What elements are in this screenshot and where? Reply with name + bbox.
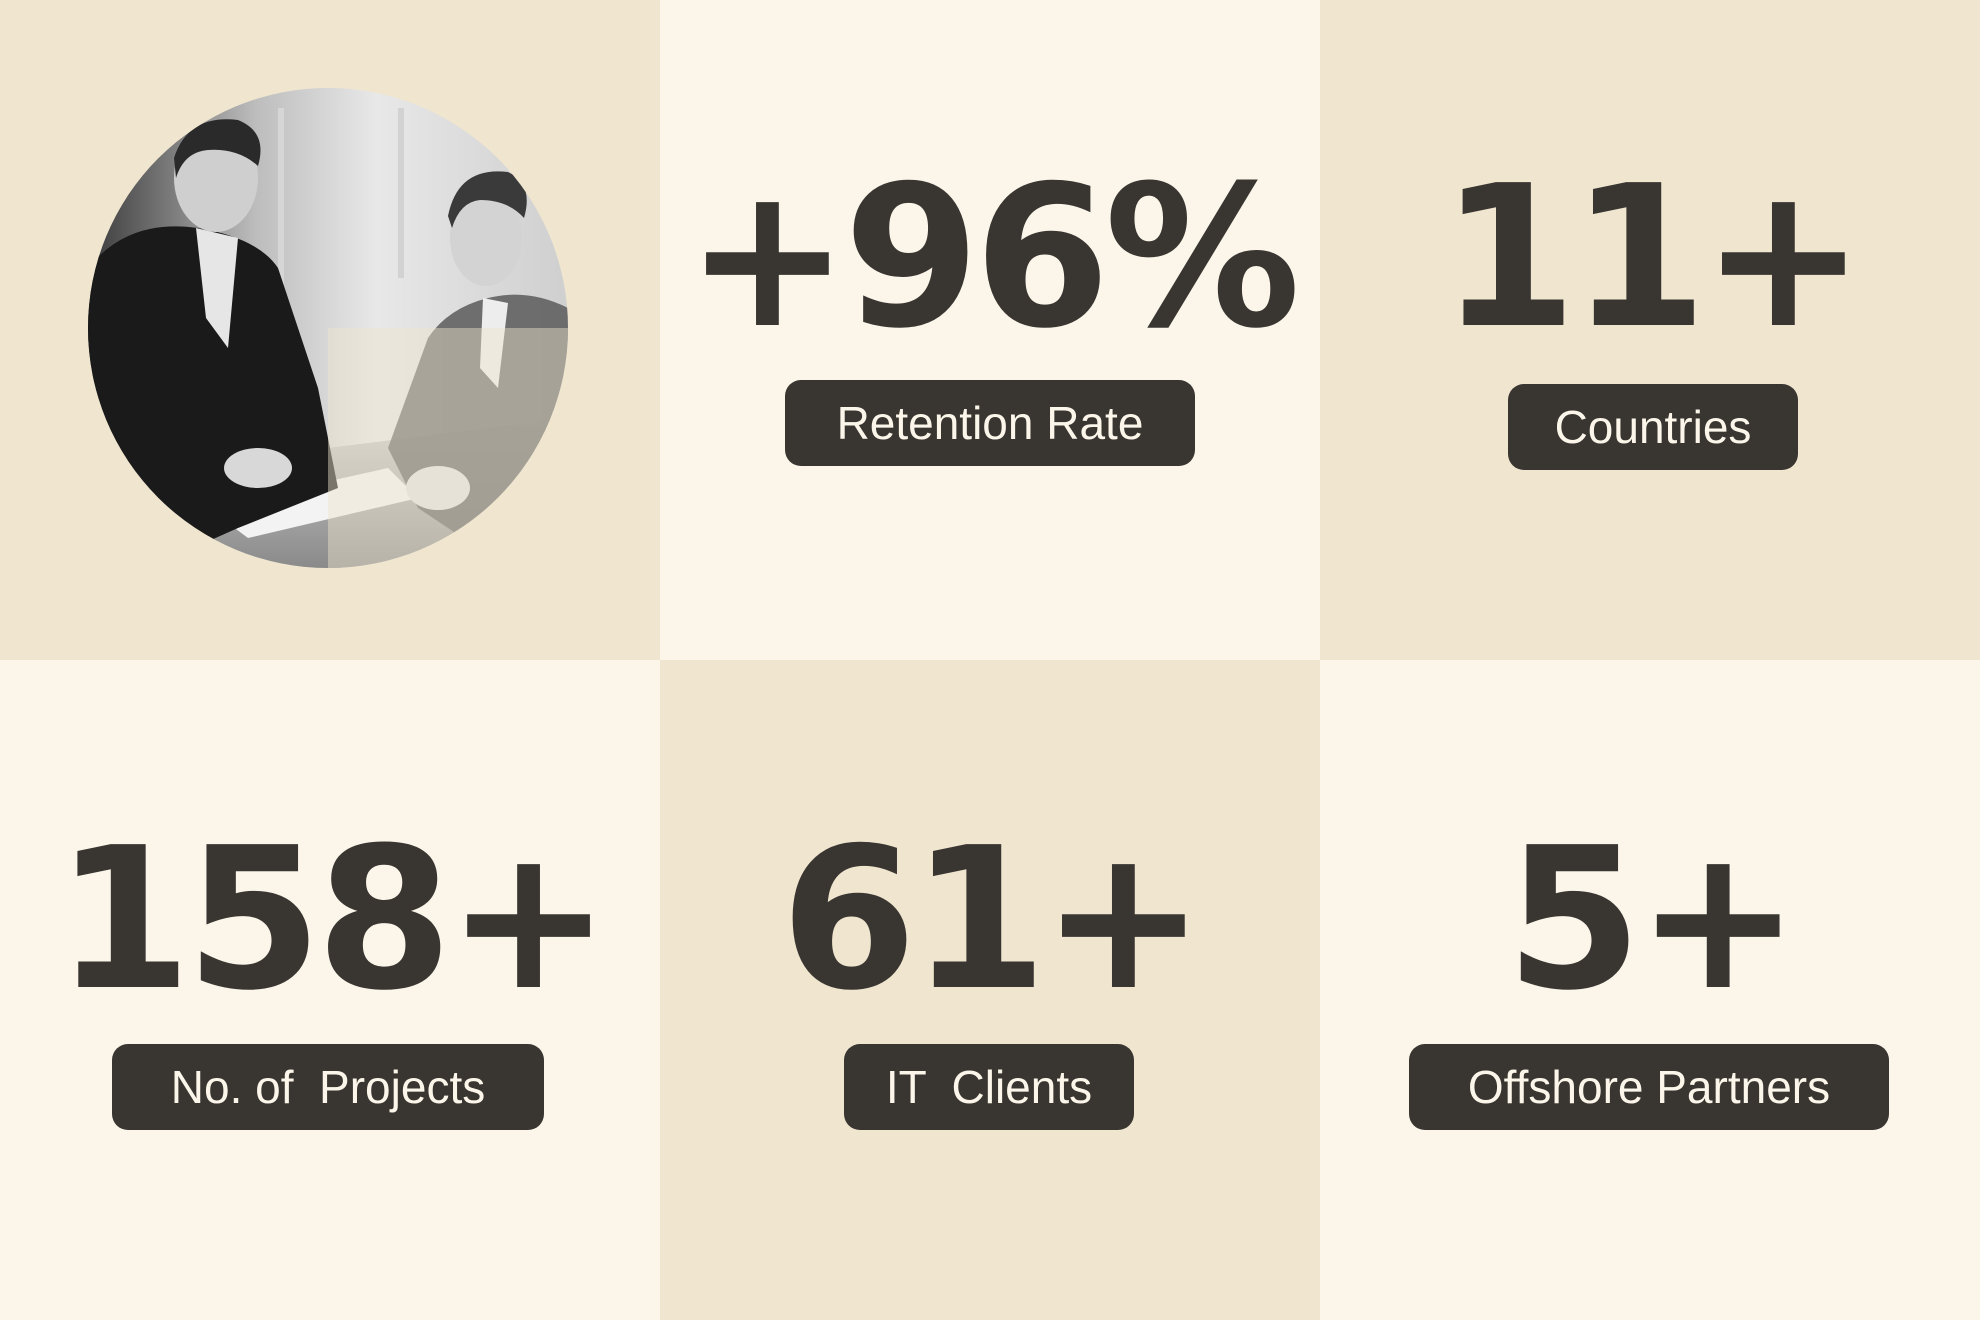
stat-label-offshore: Offshore Partners xyxy=(1409,1044,1889,1130)
stat-tile-retention: +96% Retention Rate xyxy=(660,0,1320,660)
stat-value-projects: 158+ xyxy=(55,806,610,1034)
stat-value-retention: +96% xyxy=(685,144,1300,372)
stat-tile-projects: 158+ No. of Projects xyxy=(0,660,660,1320)
stat-value-offshore: 5+ xyxy=(1505,806,1801,1034)
stat-tile-countries: 11+ Countries xyxy=(1320,0,1980,660)
stat-value-it-clients: 61+ xyxy=(780,806,1206,1034)
stat-tile-offshore: 5+ Offshore Partners xyxy=(1320,660,1980,1320)
stats-grid: +96% Retention Rate 11+ Countries 158+ N… xyxy=(0,0,1980,1320)
stat-label-it-clients: IT Clients xyxy=(844,1044,1134,1130)
stat-label-retention: Retention Rate xyxy=(785,380,1195,466)
stat-label-countries: Countries xyxy=(1508,384,1798,470)
photo-tile xyxy=(0,0,660,660)
stat-label-projects: No. of Projects xyxy=(112,1044,544,1130)
stat-tile-it-clients: 61+ IT Clients xyxy=(660,660,1320,1320)
photo-illustration xyxy=(88,88,568,568)
business-handshake-photo xyxy=(88,88,568,568)
stat-value-countries: 11+ xyxy=(1440,144,1866,372)
